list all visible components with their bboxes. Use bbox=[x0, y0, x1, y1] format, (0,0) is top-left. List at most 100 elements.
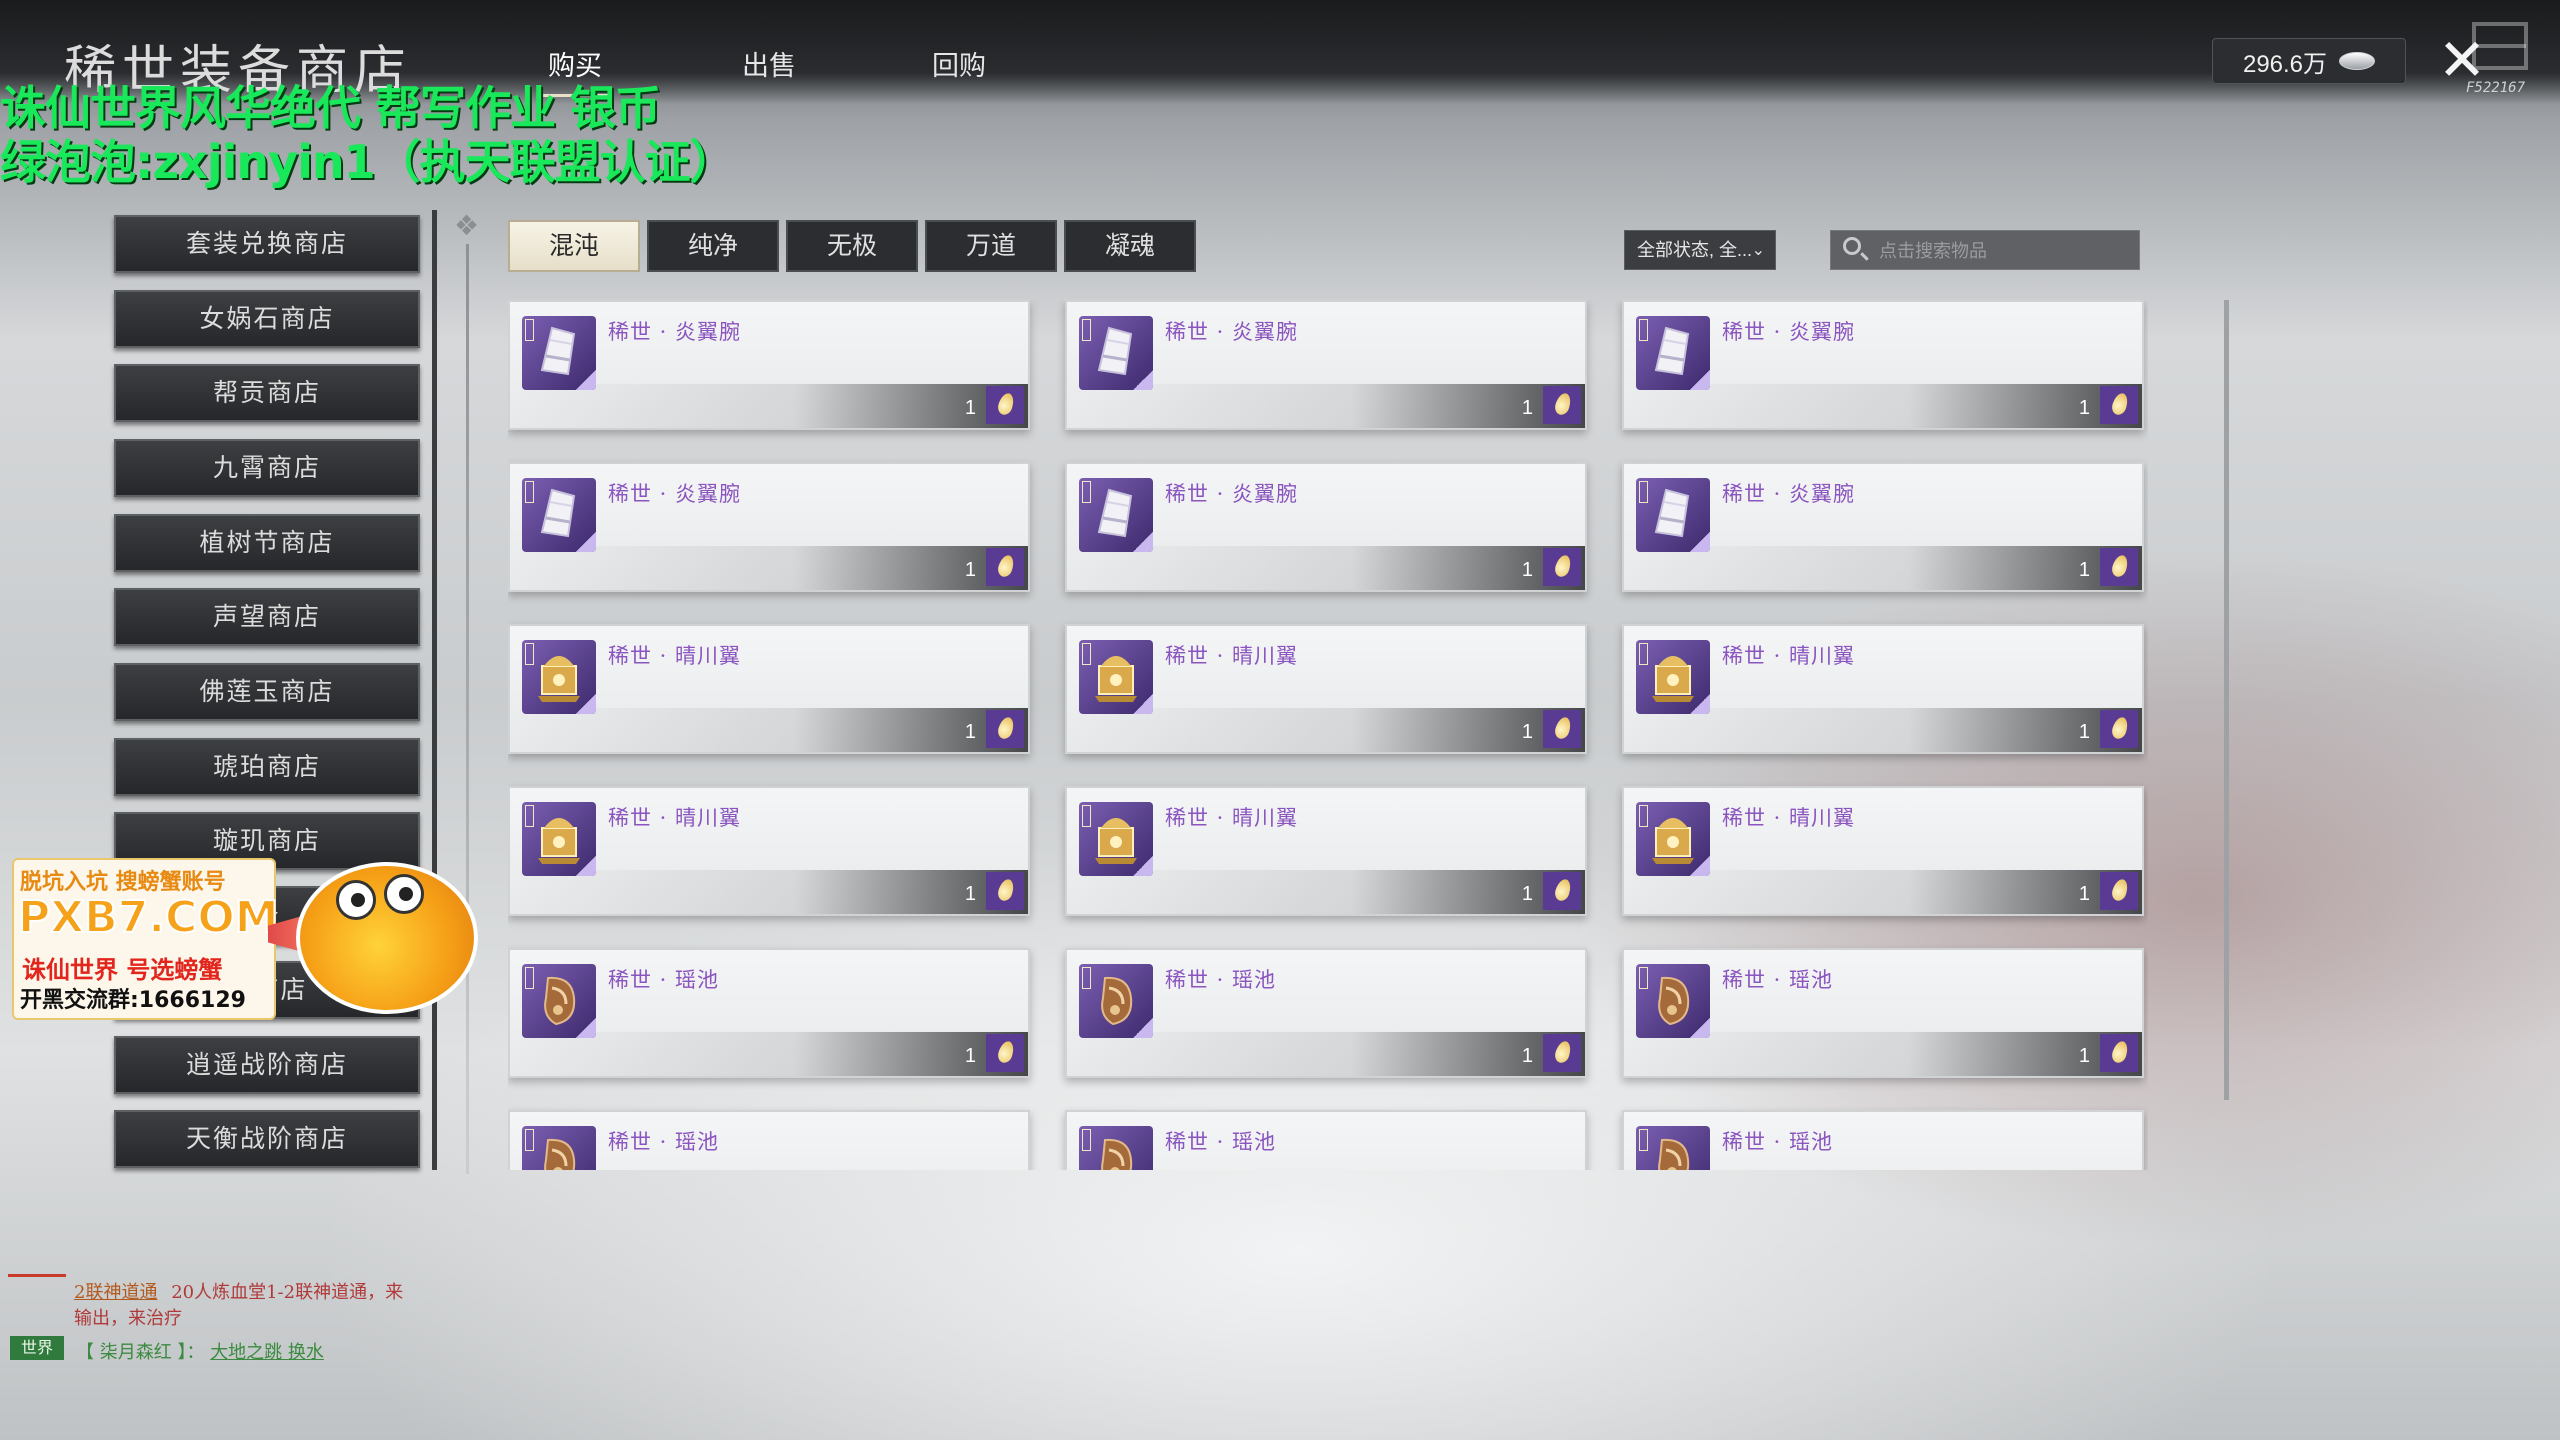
price-currency-icon bbox=[1543, 386, 1581, 424]
sub-tab[interactable]: 无极 bbox=[786, 220, 918, 272]
item-card[interactable]: 稀世 · 瑶池 bbox=[1622, 1110, 2144, 1170]
price-currency-icon bbox=[2100, 386, 2138, 424]
sidebar-item[interactable]: 琥珀商店 bbox=[114, 738, 420, 796]
item-count: 1 bbox=[2078, 721, 2090, 743]
sub-tab[interactable]: 混沌 bbox=[508, 220, 640, 272]
price-currency-icon bbox=[2100, 710, 2138, 748]
item-name: 稀世 · 炎翼腕 bbox=[1165, 320, 1299, 344]
item-name: 稀世 · 瑶池 bbox=[1722, 968, 1834, 992]
item-count: 1 bbox=[2078, 397, 2090, 419]
card-footer bbox=[510, 384, 1028, 428]
card-footer bbox=[510, 546, 1028, 590]
price-currency-icon bbox=[2100, 548, 2138, 586]
tree-ornament-icon: ❖ bbox=[454, 209, 480, 242]
item-card[interactable]: 稀世 · 炎翼腕 1 bbox=[1065, 300, 1587, 430]
card-footer bbox=[1067, 384, 1585, 428]
crab-eye bbox=[336, 880, 376, 920]
watermark-code: F522167 bbox=[2466, 80, 2526, 96]
price-currency-icon bbox=[2100, 1034, 2138, 1072]
sidebar-item[interactable]: 套装兑换商店 bbox=[114, 215, 420, 273]
item-card[interactable]: 稀世 · 炎翼腕 1 bbox=[1622, 300, 2144, 430]
tab-buyback[interactable]: 回购 bbox=[932, 44, 986, 83]
tab-sell[interactable]: 出售 bbox=[742, 44, 796, 83]
sub-tab[interactable]: 凝魂 bbox=[1064, 220, 1196, 272]
chat-channel-tab[interactable]: 世界 bbox=[10, 1336, 64, 1360]
sidebar-item[interactable]: 植树节商店 bbox=[114, 514, 420, 572]
sidebar-item[interactable]: 佛莲玉商店 bbox=[114, 663, 420, 721]
sidebar-item[interactable]: 九霄商店 bbox=[114, 439, 420, 497]
sidebar-item[interactable]: 逍遥战阶商店 bbox=[114, 1036, 420, 1094]
card-footer bbox=[510, 708, 1028, 752]
price-currency-icon bbox=[986, 872, 1024, 910]
item-card[interactable]: 稀世 · 瑶池 bbox=[508, 1110, 1030, 1170]
price-currency-icon bbox=[1543, 872, 1581, 910]
card-footer bbox=[1624, 384, 2142, 428]
sub-tab[interactable]: 万道 bbox=[925, 220, 1057, 272]
item-card[interactable]: 稀世 · 晴川翼 1 bbox=[1622, 786, 2144, 916]
card-footer bbox=[1624, 546, 2142, 590]
item-count: 1 bbox=[964, 559, 976, 581]
price-currency-icon bbox=[986, 548, 1024, 586]
item-name: 稀世 · 炎翼腕 bbox=[1722, 482, 1856, 506]
chat-line-3: 【 柒月森红 】： 大地之跳 换水 bbox=[76, 1338, 324, 1364]
status-filter-select[interactable]: 全部状态, 全... ⌄ bbox=[1624, 230, 1776, 270]
item-card[interactable]: 稀世 · 瑶池 1 bbox=[1065, 948, 1587, 1078]
jade-pendant-icon bbox=[522, 964, 596, 1038]
item-name: 稀世 · 炎翼腕 bbox=[608, 320, 742, 344]
item-name: 稀世 · 晴川翼 bbox=[1165, 644, 1299, 668]
bracer-icon bbox=[522, 316, 596, 390]
item-card[interactable]: 稀世 · 瑶池 bbox=[1065, 1110, 1587, 1170]
item-card[interactable]: 稀世 · 炎翼腕 1 bbox=[1065, 462, 1587, 592]
grid-scrollbar[interactable] bbox=[2224, 300, 2229, 1100]
search-box bbox=[1830, 230, 2140, 271]
item-name: 稀世 · 瑶池 bbox=[1722, 1130, 1834, 1154]
currency-amount: 296.6万 bbox=[2242, 50, 2328, 78]
item-count: 1 bbox=[2078, 559, 2090, 581]
chevron-down-icon: ⌄ bbox=[1751, 240, 1765, 259]
item-name: 稀世 · 炎翼腕 bbox=[1165, 482, 1299, 506]
item-name: 稀世 · 晴川翼 bbox=[608, 644, 742, 668]
item-card[interactable]: 稀世 · 晴川翼 1 bbox=[1065, 624, 1587, 754]
item-card[interactable]: 稀世 · 炎翼腕 1 bbox=[508, 300, 1030, 430]
item-name: 稀世 · 瑶池 bbox=[1165, 1130, 1277, 1154]
item-count: 1 bbox=[964, 721, 976, 743]
item-grid: 稀世 · 炎翼腕 1 稀世 · 炎翼腕 1 稀世 · 炎翼腕 1 稀世 · 炎翼腕 1 稀世 ·… bbox=[508, 300, 2148, 1170]
chat-sender[interactable]: 【 柒月森红 】： bbox=[76, 1342, 204, 1363]
golden-wing-icon bbox=[1636, 802, 1710, 876]
jade-pendant-icon bbox=[1079, 964, 1153, 1038]
crab-mascot-icon bbox=[296, 862, 478, 1014]
item-card[interactable]: 稀世 · 炎翼腕 1 bbox=[1622, 462, 2144, 592]
jade-pendant-icon bbox=[522, 1126, 596, 1170]
sidebar-item[interactable]: 声望商店 bbox=[114, 588, 420, 646]
card-footer bbox=[1624, 1032, 2142, 1076]
sub-tab[interactable]: 纯净 bbox=[647, 220, 779, 272]
item-count: 1 bbox=[1521, 397, 1533, 419]
item-card[interactable]: 稀世 · 晴川翼 1 bbox=[1622, 624, 2144, 754]
item-card[interactable]: 稀世 · 晴川翼 1 bbox=[508, 624, 1030, 754]
card-footer bbox=[510, 870, 1028, 914]
item-card[interactable]: 稀世 · 炎翼腕 1 bbox=[508, 462, 1030, 592]
price-currency-icon bbox=[1543, 548, 1581, 586]
jade-pendant-icon bbox=[1636, 1126, 1710, 1170]
chat-link[interactable]: 2联神道通 bbox=[74, 1282, 157, 1303]
golden-wing-icon bbox=[522, 802, 596, 876]
bracer-icon bbox=[1079, 478, 1153, 552]
bracer-icon bbox=[522, 478, 596, 552]
item-card[interactable]: 稀世 · 瑶池 1 bbox=[1622, 948, 2144, 1078]
item-count: 1 bbox=[1521, 883, 1533, 905]
item-name: 稀世 · 炎翼腕 bbox=[608, 482, 742, 506]
item-name: 稀世 · 瑶池 bbox=[1165, 968, 1277, 992]
sidebar-item[interactable]: 帮贡商店 bbox=[114, 364, 420, 422]
sidebar-item[interactable]: 女娲石商店 bbox=[114, 290, 420, 348]
sidebar-item[interactable]: 天衡战阶商店 bbox=[114, 1110, 420, 1168]
bracer-icon bbox=[1636, 478, 1710, 552]
item-card[interactable]: 稀世 · 瑶池 1 bbox=[508, 948, 1030, 1078]
currency-display: 296.6万 bbox=[2212, 38, 2406, 84]
sidebar-scrollbar[interactable] bbox=[432, 210, 437, 1170]
item-card[interactable]: 稀世 · 晴川翼 1 bbox=[508, 786, 1030, 916]
item-count: 1 bbox=[964, 397, 976, 419]
item-card[interactable]: 稀世 · 晴川翼 1 bbox=[1065, 786, 1587, 916]
search-input[interactable] bbox=[1877, 231, 2131, 271]
crab-eye bbox=[384, 874, 424, 914]
jade-pendant-icon bbox=[1079, 1126, 1153, 1170]
